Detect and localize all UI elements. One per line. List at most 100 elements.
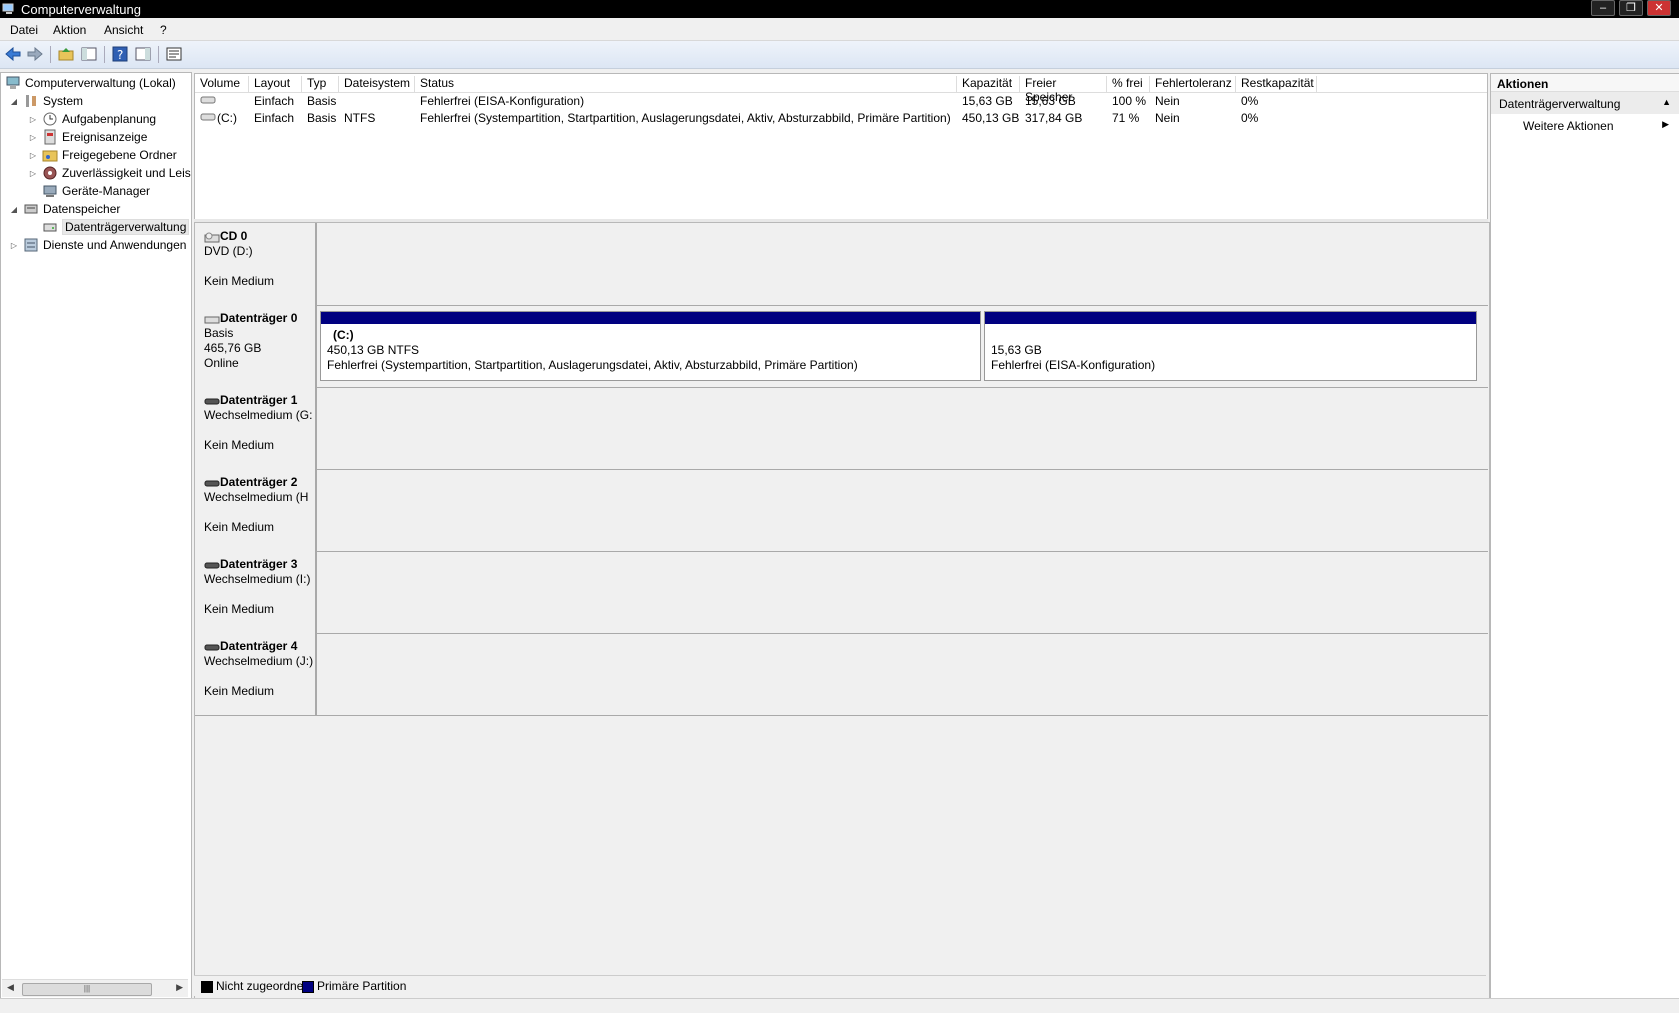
menu-help[interactable]: ? xyxy=(160,23,167,37)
disk-row-3[interactable]: Datenträger 3 Wechselmedium (I:) Kein Me… xyxy=(195,551,1488,634)
disk-row-4[interactable]: Datenträger 4 Wechselmedium (J:) Kein Me… xyxy=(195,633,1488,716)
partition-eisa[interactable]: 15,63 GB Fehlerfrei (EISA-Konfiguration) xyxy=(984,311,1477,381)
tree-item-system[interactable]: ◢ System xyxy=(9,92,83,110)
scrollbar-thumb[interactable]: ||| xyxy=(22,983,152,996)
column-fehlertoleranz[interactable]: Fehlertoleranz xyxy=(1150,76,1236,92)
close-button[interactable]: ✕ xyxy=(1647,0,1671,16)
volume-filesystem: NTFS xyxy=(344,111,376,125)
help-icon[interactable]: ? xyxy=(111,45,129,63)
column-prozent-frei[interactable]: % frei xyxy=(1107,76,1150,92)
disk-label[interactable]: Datenträger 3 Wechselmedium (I:) Kein Me… xyxy=(195,551,317,633)
volume-capacity: 15,63 GB xyxy=(962,94,1013,108)
title-bar: Computerverwaltung – ❐ ✕ xyxy=(0,0,1679,18)
column-restkapazitaet[interactable]: Restkapazität xyxy=(1236,76,1317,92)
disk-row-2[interactable]: Datenträger 2 Wechselmedium (H Kein Medi… xyxy=(195,469,1488,552)
legend-swatch-primary xyxy=(302,981,314,993)
volume-layout: Einfach xyxy=(254,111,295,125)
show-hide-tree-icon[interactable] xyxy=(80,45,98,63)
disk-label[interactable]: Datenträger 4 Wechselmedium (J:) Kein Me… xyxy=(195,633,317,715)
primary-partition-bar xyxy=(321,312,980,324)
hard-disk-icon xyxy=(204,314,220,324)
menu-bar: Datei Aktion Ansicht ? xyxy=(0,19,1679,41)
tree-item-datenspeicher[interactable]: ◢ Datenspeicher xyxy=(9,200,120,218)
collapse-icon[interactable]: ◢ xyxy=(9,97,19,106)
removable-drive-icon xyxy=(204,396,220,406)
disk-row-1[interactable]: Datenträger 1 Wechselmedium (G: Kein Med… xyxy=(195,387,1488,470)
volume-status: Fehlerfrei (Systempartition, Startpartit… xyxy=(420,111,951,125)
partition-c[interactable]: (C:) 450,13 GB NTFS Fehlerfrei (Systempa… xyxy=(320,311,981,381)
tools-icon xyxy=(23,93,39,109)
disk-label[interactable]: Datenträger 1 Wechselmedium (G: Kein Med… xyxy=(195,387,317,469)
expand-icon[interactable]: ▷ xyxy=(28,115,38,124)
navigation-tree: Computerverwaltung (Lokal) ◢ System ▷ Au… xyxy=(0,72,192,999)
volume-overhead: 0% xyxy=(1241,111,1259,125)
table-row[interactable]: (C:) Einfach Basis NTFS Fehlerfrei (Syst… xyxy=(195,110,1487,127)
column-kapazitaet[interactable]: Kapazität xyxy=(957,76,1020,92)
column-layout[interactable]: Layout xyxy=(249,76,302,92)
up-folder-icon[interactable] xyxy=(57,45,75,63)
disk-view: CD 0 DVD (D:) Kein Medium Datenträger 0 … xyxy=(194,222,1490,999)
status-bar xyxy=(0,998,1679,1013)
volume-free: 15,63 GB xyxy=(1025,94,1076,108)
window-title: Computerverwaltung xyxy=(21,2,141,17)
column-volume[interactable]: Volume xyxy=(195,76,249,92)
expand-icon[interactable]: ▷ xyxy=(28,133,38,142)
shared-folder-icon xyxy=(42,147,58,163)
menu-ansicht[interactable]: Ansicht xyxy=(104,23,143,37)
event-viewer-icon xyxy=(42,129,58,145)
scroll-right-icon[interactable]: ▶ xyxy=(176,982,183,993)
computer-management-icon xyxy=(2,3,14,14)
tree-item-zuverlaessigkeit[interactable]: ▷ Zuverlässigkeit und Leis xyxy=(28,164,191,182)
cd-drive-icon xyxy=(204,232,220,243)
restore-button[interactable]: ❐ xyxy=(1619,0,1643,16)
tree-item-dienste[interactable]: ▷ Dienste und Anwendungen xyxy=(9,236,187,254)
disk-label[interactable]: Datenträger 2 Wechselmedium (H Kein Medi… xyxy=(195,469,317,551)
volume-percent-free: 100 % xyxy=(1112,94,1147,108)
forward-arrow-icon[interactable] xyxy=(26,45,44,63)
expand-icon[interactable]: ▷ xyxy=(28,169,38,178)
show-hide-action-pane-icon[interactable] xyxy=(134,45,152,63)
disk-row-cd0[interactable]: CD 0 DVD (D:) Kein Medium xyxy=(195,223,1488,306)
expand-icon[interactable]: ▷ xyxy=(9,241,19,250)
properties-icon[interactable] xyxy=(165,45,183,63)
expand-icon[interactable]: ▷ xyxy=(28,151,38,160)
scroll-left-icon[interactable]: ◀ xyxy=(7,982,14,993)
volume-layout: Einfach xyxy=(254,94,295,108)
table-row[interactable]: Einfach Basis Fehlerfrei (EISA-Konfigura… xyxy=(195,93,1487,110)
collapse-icon[interactable]: ◢ xyxy=(9,205,19,214)
removable-drive-icon xyxy=(204,560,220,570)
volume-capacity: 450,13 GB xyxy=(962,111,1020,125)
disk-label[interactable]: CD 0 DVD (D:) Kein Medium xyxy=(195,223,317,305)
volume-free: 317,84 GB xyxy=(1025,111,1083,125)
computer-management-icon xyxy=(5,75,21,91)
volume-fault-tolerance: Nein xyxy=(1155,111,1180,125)
tree-item-datentraegerverwaltung[interactable]: Datenträgerverwaltung xyxy=(42,218,190,236)
column-status[interactable]: Status xyxy=(415,76,957,92)
minimize-button[interactable]: – xyxy=(1591,0,1615,16)
disk-row-0[interactable]: Datenträger 0 Basis 465,76 GB Online (C:… xyxy=(195,305,1488,388)
more-actions-item[interactable]: Weitere Aktionen ▶ xyxy=(1491,114,1679,136)
volume-fault-tolerance: Nein xyxy=(1155,94,1180,108)
column-typ[interactable]: Typ xyxy=(302,76,339,92)
actions-pane: Aktionen Datenträgerverwaltung ▲ Weitere… xyxy=(1490,73,1679,999)
tree-item-aufgabenplanung[interactable]: ▷ Aufgabenplanung xyxy=(28,110,156,128)
legend-label-primary: Primäre Partition xyxy=(317,979,407,993)
removable-drive-icon xyxy=(204,478,220,488)
collapse-up-icon[interactable]: ▲ xyxy=(1662,97,1671,107)
storage-icon xyxy=(23,201,39,217)
actions-section-datentraegerverwaltung[interactable]: Datenträgerverwaltung ▲ xyxy=(1491,92,1679,114)
tree-item-geraete-manager[interactable]: Geräte-Manager xyxy=(42,182,150,200)
menu-aktion[interactable]: Aktion xyxy=(53,23,86,37)
menu-datei[interactable]: Datei xyxy=(10,23,38,37)
disk-label[interactable]: Datenträger 0 Basis 465,76 GB Online xyxy=(195,305,317,387)
tree-horizontal-scrollbar[interactable]: ◀ ||| ▶ xyxy=(2,979,188,997)
back-arrow-icon[interactable] xyxy=(4,45,22,63)
volume-icon xyxy=(195,94,216,108)
tree-item-freigegebene-ordner[interactable]: ▷ Freigegebene Ordner xyxy=(28,146,177,164)
column-freier-speicher[interactable]: Freier Speicher xyxy=(1020,76,1107,104)
tree-item-ereignisanzeige[interactable]: ▷ Ereignisanzeige xyxy=(28,128,147,146)
tree-item-computerverwaltung[interactable]: Computerverwaltung (Lokal) xyxy=(5,74,176,92)
volume-overhead: 0% xyxy=(1241,94,1259,108)
volume-type: Basis xyxy=(307,94,337,108)
column-dateisystem[interactable]: Dateisystem xyxy=(339,76,415,92)
